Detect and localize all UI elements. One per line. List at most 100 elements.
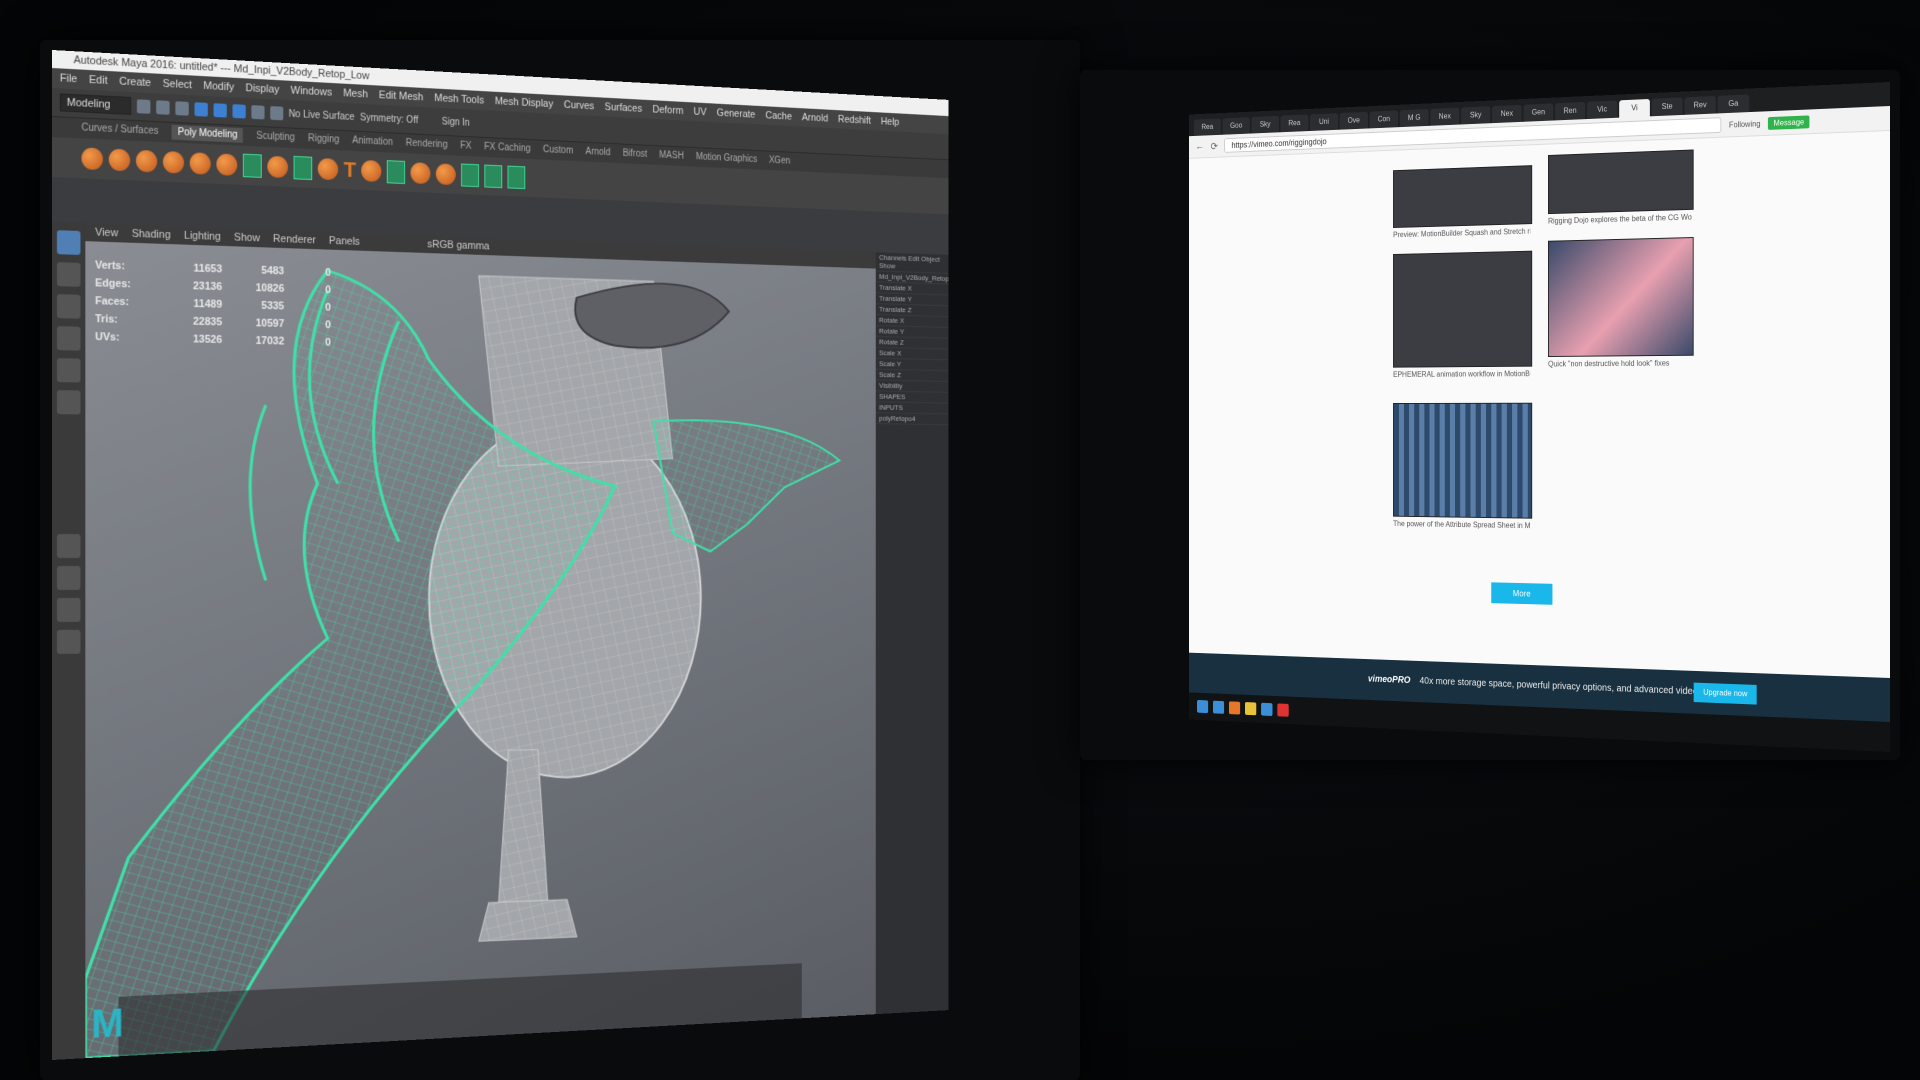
shelf-tab-motion-graphics[interactable]: Motion Graphics — [696, 152, 757, 165]
menu-edit-mesh[interactable]: Edit Mesh — [379, 89, 424, 103]
menu-arnold[interactable]: Arnold — [802, 112, 828, 124]
browser-tab[interactable]: Rea — [1194, 118, 1221, 135]
menu-mesh-tools[interactable]: Mesh Tools — [434, 92, 484, 106]
shelf-tab-xgen[interactable]: XGen — [769, 155, 790, 166]
channel-box-header[interactable]: Channels Edit Object Show — [876, 252, 949, 274]
video-caption[interactable]: Rigging Dojo explores the beta of the CG… — [1548, 213, 1692, 226]
shelf-tab-sculpting[interactable]: Sculpting — [256, 131, 295, 144]
svg-tool-icon[interactable] — [362, 160, 382, 182]
shelf-tab-bifrost[interactable]: Bifrost — [623, 148, 647, 159]
video-thumbnail[interactable] — [1548, 149, 1694, 214]
browser-tab[interactable]: Nex — [1430, 108, 1459, 126]
more-button[interactable]: More — [1491, 582, 1552, 604]
move-tool-icon[interactable] — [57, 326, 81, 351]
browser-tab[interactable]: Vi — [1619, 99, 1650, 118]
video-thumbnail[interactable] — [1548, 237, 1694, 357]
menu-deform[interactable]: Deform — [653, 104, 684, 117]
video-card[interactable]: Rigging Dojo explores the beta of the CG… — [1548, 150, 1692, 226]
browser-tab[interactable]: M G — [1400, 109, 1429, 127]
live-surface-label[interactable]: No Live Surface — [289, 108, 355, 122]
select-by-component-icon[interactable] — [232, 104, 245, 118]
chrome-icon[interactable] — [1229, 701, 1240, 714]
bridge-icon[interactable] — [387, 160, 405, 184]
browser-tab[interactable]: Ste — [1652, 97, 1683, 116]
poly-cylinder-icon[interactable] — [136, 150, 157, 173]
explorer-icon[interactable] — [1245, 702, 1256, 715]
browser-tab[interactable]: Rea — [1281, 115, 1309, 133]
rotate-tool-icon[interactable] — [57, 358, 81, 382]
menu-uv[interactable]: UV — [694, 106, 707, 118]
shelf-tab-curves-surfaces[interactable]: Curves / Surfaces — [81, 122, 158, 137]
poly-plane-icon[interactable] — [216, 153, 237, 175]
video-caption[interactable]: Quick "non destructive hold look" fixes — [1548, 359, 1692, 369]
snap-curve-icon[interactable] — [270, 106, 283, 120]
menu-curves[interactable]: Curves — [564, 99, 594, 112]
shelf-tab-custom[interactable]: Custom — [543, 144, 573, 156]
paint-select-icon[interactable] — [57, 294, 81, 319]
browser-tab[interactable]: Sky — [1251, 116, 1279, 134]
browser-tab[interactable]: Ga — [1718, 94, 1750, 113]
video-thumbnail[interactable] — [1393, 403, 1532, 519]
browser-tab[interactable]: Ren — [1555, 102, 1585, 121]
outliner-layout-icon[interactable] — [57, 630, 81, 654]
mode-select[interactable]: Modeling — [60, 93, 131, 114]
perspective-viewport[interactable]: View Shading Lighting Show Renderer Panels sRG… — [85, 223, 875, 1058]
shelf-tab-rigging[interactable]: Rigging — [308, 133, 339, 145]
select-by-object-icon[interactable] — [213, 103, 226, 117]
back-icon[interactable]: ← — [1195, 141, 1204, 152]
browser-tab[interactable]: Nex — [1492, 105, 1522, 123]
browser-tab[interactable]: Ove — [1340, 112, 1368, 130]
snap-grid-icon[interactable] — [251, 105, 264, 119]
shelf-tab-rendering[interactable]: Rendering — [406, 138, 448, 151]
video-caption[interactable]: Preview: MotionBuilder Squash and Stretc… — [1393, 227, 1530, 239]
shelf-tab-mash[interactable]: MASH — [659, 150, 684, 161]
browser-tab[interactable]: Goo — [1223, 117, 1250, 135]
open-scene-icon[interactable] — [156, 100, 169, 115]
scale-tool-icon[interactable] — [57, 390, 81, 414]
video-card[interactable]: EPHEMERAL animation workflow in MotionBu… — [1393, 251, 1530, 379]
poly-sphere-icon[interactable] — [81, 147, 102, 170]
symmetry-label[interactable]: Symmetry: Off — [360, 112, 418, 125]
four-view-layout-icon[interactable] — [57, 566, 81, 590]
video-thumbnail[interactable] — [1393, 251, 1532, 368]
combine-icon[interactable] — [243, 154, 262, 178]
menu-mesh[interactable]: Mesh — [343, 87, 368, 100]
menu-cache[interactable]: Cache — [765, 110, 791, 122]
video-caption[interactable]: The power of the Attribute Spread Sheet … — [1393, 519, 1530, 530]
video-card[interactable]: The power of the Attribute Spread Sheet … — [1393, 403, 1530, 530]
input-node[interactable]: polyRetopo4 — [876, 413, 949, 425]
menu-edit[interactable]: Edit — [89, 74, 107, 87]
app-icon[interactable] — [1277, 703, 1288, 716]
shelf-tab-animation[interactable]: Animation — [352, 135, 393, 148]
browser-tab[interactable]: Vic — [1587, 100, 1617, 119]
menu-windows[interactable]: Windows — [291, 85, 332, 99]
browser-tab[interactable]: Sky — [1461, 106, 1490, 124]
store-icon[interactable] — [1261, 703, 1272, 716]
edge-icon[interactable] — [1213, 701, 1224, 714]
target-weld-icon[interactable] — [485, 165, 503, 189]
uv-editor-icon[interactable] — [508, 166, 526, 190]
smooth-icon[interactable] — [318, 158, 338, 180]
menu-help[interactable]: Help — [881, 116, 899, 128]
menu-mesh-display[interactable]: Mesh Display — [495, 96, 553, 110]
extract-icon[interactable] — [294, 156, 313, 180]
browser-tab[interactable]: Gen — [1523, 103, 1553, 121]
poly-cone-icon[interactable] — [163, 151, 184, 174]
video-caption[interactable]: EPHEMERAL animation workflow in MotionBu… — [1393, 369, 1530, 378]
browser-tab[interactable]: Rev — [1684, 96, 1715, 115]
browser-tab[interactable]: Con — [1370, 110, 1399, 128]
multi-cut-icon[interactable] — [461, 164, 479, 188]
menu-create[interactable]: Create — [119, 76, 151, 90]
new-scene-icon[interactable] — [137, 99, 151, 114]
poly-cube-icon[interactable] — [109, 149, 130, 172]
select-by-hierarchy-icon[interactable] — [194, 102, 207, 116]
bevel-icon[interactable] — [436, 163, 456, 185]
menu-generate[interactable]: Generate — [717, 107, 756, 120]
message-button[interactable]: Message — [1768, 115, 1810, 130]
browser-tab[interactable]: Uni — [1310, 113, 1338, 131]
menu-display[interactable]: Display — [245, 82, 279, 96]
shelf-tab-fx-caching[interactable]: FX Caching — [484, 142, 530, 155]
extrude-icon[interactable] — [411, 162, 431, 184]
reload-icon[interactable]: ⟳ — [1211, 140, 1218, 152]
video-card[interactable]: Quick "non destructive hold look" fixes — [1548, 237, 1692, 368]
